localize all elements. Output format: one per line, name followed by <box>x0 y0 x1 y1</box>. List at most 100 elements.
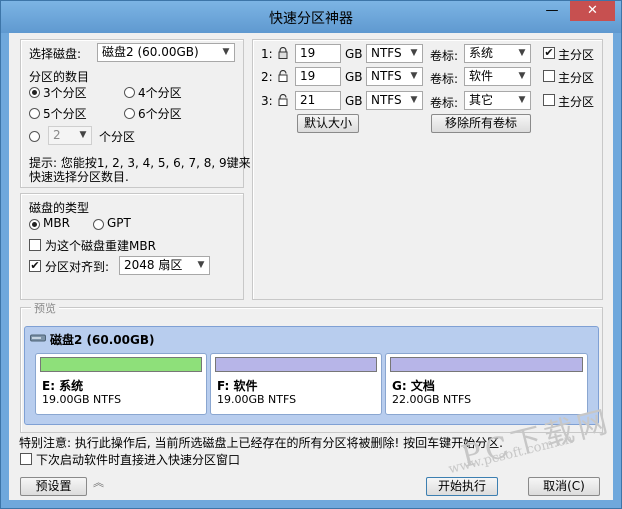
align-select-value: 2048 扇区 <box>124 258 183 272</box>
disk-group: 选择磁盘: 磁盘2 (60.00GB) ▼ 分区的数目 3个分区 4个分区 5个… <box>20 39 251 188</box>
chevron-down-icon: ▼ <box>222 47 230 57</box>
volume-label-select[interactable]: 软件 ▼ <box>464 67 531 86</box>
volume-label-value: 其它 <box>469 93 494 107</box>
cancel-button[interactable]: 取消(C) <box>528 477 600 496</box>
filesystem-select[interactable]: NTFS ▼ <box>366 44 423 63</box>
direct-quick-mode-checkbox[interactable] <box>20 453 32 465</box>
size-unit: GB <box>345 94 363 108</box>
preview-partition-e[interactable]: E: 系统 19.00GB NTFS <box>35 353 207 415</box>
radio-custom-partitions[interactable] <box>29 131 40 142</box>
chevron-down-icon: ▼ <box>518 95 526 105</box>
partition-index: 1: <box>261 47 273 61</box>
partition-usage-bar <box>215 357 377 372</box>
rebuild-mbr-label: 为这个磁盘重建MBR <box>45 239 156 253</box>
disk-icon <box>30 334 46 342</box>
partition-size-input[interactable]: 19 <box>295 44 341 63</box>
partition-name: G: 文档 <box>392 379 435 393</box>
size-unit: GB <box>345 47 363 61</box>
preview-legend: 预览 <box>31 300 59 316</box>
disk-type-label: 磁盘的类型 <box>29 201 90 215</box>
filesystem-value: NTFS <box>371 93 402 107</box>
expand-up-icon[interactable]: ︽ <box>93 477 104 488</box>
radio-6-partitions[interactable] <box>124 108 135 119</box>
primary-partition-checkbox[interactable] <box>543 70 555 82</box>
primary-partition-label: 主分区 <box>558 48 595 62</box>
lock-closed-icon[interactable] <box>278 47 288 59</box>
close-button[interactable]: ✕ <box>570 1 615 21</box>
radio-4-label: 4个分区 <box>138 86 182 100</box>
title-bar[interactable]: 快速分区神器 — ✕ <box>1 1 621 33</box>
gpt-label: GPT <box>107 216 131 230</box>
primary-partition-label: 主分区 <box>558 71 595 85</box>
volume-label-value: 软件 <box>469 69 494 83</box>
partition-size: 19.00GB NTFS <box>42 393 122 406</box>
partition-index: 3: <box>261 94 273 108</box>
primary-partition-checkbox[interactable] <box>543 94 555 106</box>
app-window: 快速分区神器 — ✕ 选择磁盘: 磁盘2 (60.00GB) ▼ 分区的数目 3… <box>0 0 622 509</box>
select-disk-label: 选择磁盘: <box>29 47 82 61</box>
remove-labels-button[interactable]: 移除所有卷标 <box>431 114 531 133</box>
mbr-label: MBR <box>43 216 70 230</box>
disk-select[interactable]: 磁盘2 (60.00GB) ▼ <box>97 43 235 62</box>
volume-label-caption: 卷标: <box>430 96 459 110</box>
chevron-down-icon: ▼ <box>410 95 418 105</box>
partition-name: F: 软件 <box>217 379 258 393</box>
partition-size-input[interactable]: 19 <box>295 67 341 86</box>
minimize-button[interactable]: — <box>537 1 567 21</box>
chevron-down-icon: ▼ <box>410 71 418 81</box>
primary-partition-label: 主分区 <box>558 95 595 109</box>
radio-5-label: 5个分区 <box>43 107 87 121</box>
align-label: 分区对齐到: <box>45 260 110 274</box>
radio-mbr[interactable] <box>29 219 40 230</box>
default-size-button[interactable]: 默认大小 <box>297 114 359 133</box>
rebuild-mbr-checkbox[interactable] <box>29 239 41 251</box>
preset-button[interactable]: 预设置 <box>20 477 87 496</box>
preview-partition-f[interactable]: F: 软件 19.00GB NTFS <box>210 353 382 415</box>
custom-count-suffix: 个分区 <box>99 130 136 144</box>
disk-type-group: 磁盘的类型 MBR GPT 为这个磁盘重建MBR ✔ 分区对齐到: 2048 扇… <box>20 193 244 300</box>
disk-select-value: 磁盘2 (60.00GB) <box>102 45 199 59</box>
chevron-down-icon: ▼ <box>410 48 418 58</box>
lock-open-icon[interactable] <box>278 94 288 106</box>
align-checkbox[interactable]: ✔ <box>29 260 41 272</box>
volume-label-caption: 卷标: <box>430 49 459 63</box>
primary-partition-checkbox[interactable]: ✔ <box>543 47 555 59</box>
radio-gpt[interactable] <box>93 219 104 230</box>
volume-label-value: 系统 <box>469 46 494 60</box>
chevron-down-icon: ▼ <box>518 48 526 58</box>
volume-label-select[interactable]: 系统 ▼ <box>464 44 531 63</box>
chevron-down-icon: ▼ <box>518 71 526 81</box>
partition-index: 2: <box>261 70 273 84</box>
preview-partition-g[interactable]: G: 文档 22.00GB NTFS <box>385 353 588 415</box>
lock-open-icon[interactable] <box>278 70 288 82</box>
partition-size: 22.00GB NTFS <box>392 393 472 406</box>
radio-6-label: 6个分区 <box>138 107 182 121</box>
radio-3-label: 3个分区 <box>43 86 87 100</box>
partition-usage-bar <box>40 357 202 372</box>
radio-4-partitions[interactable] <box>124 87 135 98</box>
radio-3-partitions[interactable] <box>29 87 40 98</box>
filesystem-select[interactable]: NTFS ▼ <box>366 91 423 110</box>
hint-line-2: 快速选择分区数目. <box>29 170 129 184</box>
radio-5-partitions[interactable] <box>29 108 40 119</box>
warning-text: 特别注意: 执行此操作后, 当前所选磁盘上已经存在的所有分区将被删除! 按回车键… <box>19 436 503 450</box>
align-select[interactable]: 2048 扇区 ▼ <box>119 256 210 275</box>
filesystem-select[interactable]: NTFS ▼ <box>366 67 423 86</box>
volume-label-select[interactable]: 其它 ▼ <box>464 91 531 110</box>
filesystem-value: NTFS <box>371 46 402 60</box>
partition-count-label: 分区的数目 <box>29 70 90 84</box>
client-area: 选择磁盘: 磁盘2 (60.00GB) ▼ 分区的数目 3个分区 4个分区 5个… <box>9 33 615 500</box>
custom-count-select[interactable]: 2 ▼ <box>48 126 92 145</box>
custom-count-value: 2 <box>53 128 61 142</box>
chevron-down-icon: ▼ <box>79 130 87 140</box>
disk-preview: 磁盘2 (60.00GB) E: 系统 19.00GB NTFS F: 软件 1… <box>24 326 599 425</box>
execute-button[interactable]: 开始执行 <box>426 477 498 496</box>
partition-usage-bar <box>390 357 583 372</box>
filesystem-value: NTFS <box>371 69 402 83</box>
size-unit: GB <box>345 70 363 84</box>
preview-disk-title: 磁盘2 (60.00GB) <box>50 333 155 347</box>
direct-quick-mode-label: 下次启动软件时直接进入快速分区窗口 <box>36 453 241 467</box>
chevron-down-icon: ▼ <box>197 260 205 270</box>
partition-size-input[interactable]: 21 <box>295 91 341 110</box>
window-title: 快速分区神器 <box>269 11 353 27</box>
